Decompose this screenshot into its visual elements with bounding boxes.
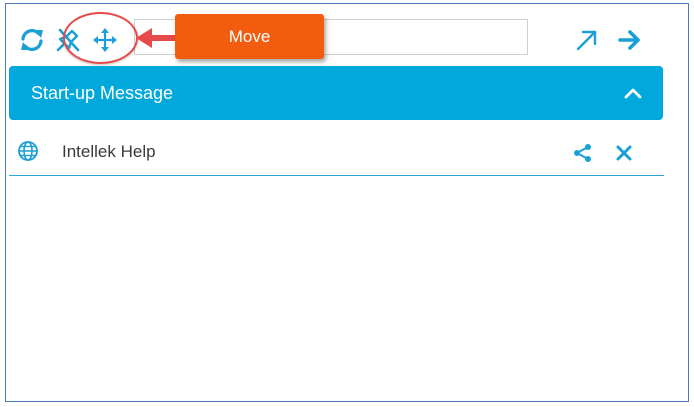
help-item-label[interactable]: Intellek Help bbox=[62, 142, 156, 162]
globe-icon bbox=[18, 141, 38, 161]
close-icon[interactable] bbox=[613, 142, 635, 164]
app-window: Move Start-up Message Intellek Help bbox=[5, 3, 689, 402]
forward-arrow-icon[interactable] bbox=[616, 26, 644, 54]
startup-message-header[interactable]: Start-up Message bbox=[9, 66, 663, 120]
refresh-icon[interactable] bbox=[18, 26, 46, 54]
highlight-circle bbox=[63, 12, 138, 64]
callout-move-label: Move bbox=[175, 14, 324, 59]
open-external-icon[interactable] bbox=[573, 26, 601, 54]
header-title: Start-up Message bbox=[31, 82, 174, 103]
list-item-intellek-help[interactable]: Intellek Help bbox=[9, 134, 664, 176]
share-icon[interactable] bbox=[572, 142, 594, 164]
chevron-up-icon[interactable] bbox=[623, 86, 643, 100]
